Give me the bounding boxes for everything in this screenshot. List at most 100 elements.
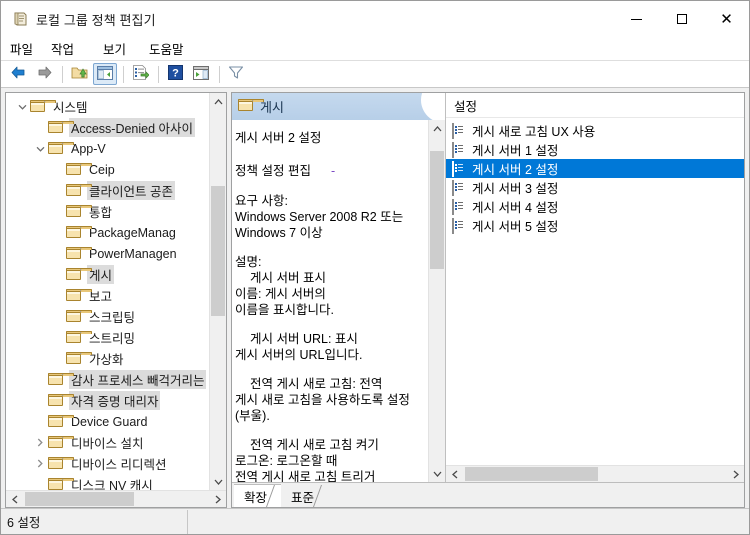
tree-node[interactable]: 시스템 — [6, 96, 209, 117]
edit-policy-setting-link[interactable]: 정책 설정 편집 - — [235, 160, 425, 179]
console-tree-pane: 시스템 Access-Denied 아사이 App-V Ceip 클라이언트 공존 통합 P… — [5, 92, 227, 508]
requirements-line: Windows Server 2008 R2 또는 — [235, 210, 404, 224]
tree-vertical-scrollbar[interactable] — [209, 93, 226, 490]
tab-standard[interactable]: 표준 — [281, 485, 329, 507]
svg-text:?: ? — [172, 68, 179, 80]
tree-scroll-down-button[interactable] — [210, 473, 226, 490]
requirements-line: Windows 7 이상 — [235, 226, 323, 240]
tree-horizontal-scrollbar[interactable] — [6, 490, 226, 507]
menu-file[interactable]: 파일 — [10, 37, 42, 60]
chevron-right-icon[interactable] — [32, 459, 48, 468]
tree-node-folder-icon — [66, 288, 92, 303]
settings-row[interactable]: 게시 서버 3 설정 — [446, 178, 744, 197]
minimize-button[interactable] — [614, 1, 659, 37]
tree-node[interactable]: Access-Denied 아사이 — [6, 117, 209, 138]
tab-extended[interactable]: 확장 — [234, 484, 282, 507]
tree-node[interactable]: 스크립팅 — [6, 306, 209, 327]
settings-scroll-left-button[interactable] — [446, 470, 463, 479]
help-button[interactable]: ? — [163, 63, 187, 85]
show-details-button[interactable] — [189, 63, 213, 85]
tree-node[interactable]: PackageManag — [6, 222, 209, 243]
menu-action[interactable]: 작업 — [51, 37, 83, 60]
settings-row[interactable]: 게시 새로 고침 UX 사용 — [446, 121, 744, 140]
tree-node-folder-icon — [66, 309, 92, 324]
settings-row-label: 게시 서버 1 설정 — [472, 144, 559, 158]
tree-node[interactable]: 디스크 NV 캐시 — [6, 474, 209, 490]
maximize-button[interactable] — [659, 1, 704, 37]
forward-button[interactable] — [32, 63, 56, 85]
tree-node[interactable]: App-V — [6, 138, 209, 159]
tree-scroll-track[interactable] — [210, 110, 226, 473]
filter-button[interactable] — [224, 63, 248, 85]
toolbar-separator — [158, 65, 159, 83]
chevron-down-icon[interactable] — [32, 146, 48, 152]
tree-node-folder-icon — [30, 99, 56, 114]
toolbar-separator — [62, 65, 63, 83]
policy-info-pane: 게시 게시 서버 2 설정 정책 설정 편집 - 요구 사항: Windows Serv… — [232, 93, 446, 482]
status-bar: 6 설정 — [1, 508, 749, 534]
settings-row[interactable]: 게시 서버 1 설정 — [446, 140, 744, 159]
tree-node[interactable]: PowerManagen — [6, 243, 209, 264]
tree-hscroll-thumb[interactable] — [25, 492, 134, 506]
info-scroll-track[interactable] — [429, 137, 445, 465]
tree-node[interactable]: Device Guard — [6, 411, 209, 432]
menu-view[interactable]: 보기 — [103, 37, 135, 60]
settings-hscroll-track[interactable] — [463, 466, 727, 482]
tree-node-folder-icon — [66, 162, 92, 177]
tab-extended-label: 확장 — [244, 490, 268, 505]
menu-help[interactable]: 도움말 — [149, 37, 193, 60]
info-scroll-down-button[interactable] — [429, 465, 445, 482]
settings-row[interactable]: 게시 서버 5 설정 — [446, 216, 744, 235]
tree-node[interactable]: 디바이스 설치 — [6, 432, 209, 453]
tree-node-folder-icon — [48, 120, 74, 135]
chevron-right-icon[interactable] — [32, 438, 48, 447]
info-scroll-thumb[interactable] — [430, 151, 444, 269]
details-content: 게시 게시 서버 2 설정 정책 설정 편집 - 요구 사항: Windows Serv… — [232, 93, 744, 482]
info-vertical-scrollbar[interactable] — [428, 120, 445, 482]
tree-scroll-wrapper: 시스템 Access-Denied 아사이 App-V Ceip 클라이언트 공존 통합 P… — [6, 93, 226, 490]
toolbar-separator — [219, 65, 220, 83]
tree-hscroll-track[interactable] — [23, 491, 209, 507]
window-title: 로컬 그룹 정책 편집기 — [36, 12, 156, 28]
settings-row-label: 게시 서버 5 설정 — [472, 220, 559, 234]
policy-info-text: 게시 서버 2 설정 정책 설정 편집 - 요구 사항: Windows Server … — [232, 120, 428, 482]
view-tabs: 확장 표준 — [232, 482, 744, 507]
group-policy-editor-window: 로컬 그룹 정책 편집기 ✕ 파일 작업 보기 도움말 ? 시스템 Access… — [0, 0, 750, 535]
description-line: 전역 게시 새로 고침 트리거 — [235, 470, 376, 482]
settings-hscroll-thumb[interactable] — [465, 467, 598, 481]
tree-node[interactable]: 자격 증명 대리자 — [6, 390, 209, 411]
settings-horizontal-scrollbar[interactable] — [446, 465, 744, 482]
tree-node[interactable]: 스트리밍 — [6, 327, 209, 348]
tree-node[interactable]: 감사 프로세스 빼걱거리는 — [6, 369, 209, 390]
description-line: 게시 서버 표시 — [250, 271, 326, 285]
tree-node[interactable]: 클라이언트 공존 — [6, 180, 209, 201]
tree-node[interactable]: 디바이스 리디렉션 — [6, 453, 209, 474]
tree-node[interactable]: 가상화 — [6, 348, 209, 369]
edit-policy-setting-label: 정책 설정 편집 — [235, 164, 311, 178]
tree-node[interactable]: 통합 — [6, 201, 209, 222]
settings-row[interactable]: 게시 서버 4 설정 — [446, 197, 744, 216]
show-hide-tree-button[interactable] — [93, 63, 117, 85]
back-button[interactable] — [6, 63, 30, 85]
toolbar: ? — [1, 61, 749, 88]
tree-scroll-right-button[interactable] — [209, 495, 226, 504]
info-scroll-up-button[interactable] — [429, 120, 445, 137]
tree-scroll-thumb[interactable] — [211, 186, 225, 316]
export-list-button[interactable] — [128, 63, 152, 85]
settings-rows[interactable]: 게시 새로 고침 UX 사용 게시 서버 1 설정 게시 서버 2 설정 게시 서버 … — [446, 118, 744, 465]
tree-node[interactable]: 게시 — [6, 264, 209, 285]
up-folder-button[interactable] — [67, 63, 91, 85]
description-line: 게시 서버의 URL입니다. — [235, 348, 363, 362]
settings-row[interactable]: 게시 서버 2 설정 — [446, 159, 744, 178]
tree-node-list[interactable]: 시스템 Access-Denied 아사이 App-V Ceip 클라이언트 공존 통합 P… — [6, 93, 209, 490]
chevron-down-icon[interactable] — [14, 104, 30, 110]
tree-scroll-left-button[interactable] — [6, 495, 23, 504]
tree-node-label: 디스크 NV 캐시 — [71, 479, 153, 490]
tree-scroll-up-button[interactable] — [210, 93, 226, 110]
settings-column-header[interactable]: 설정 — [446, 93, 744, 118]
close-button[interactable]: ✕ — [704, 1, 749, 37]
tree-node[interactable]: 보고 — [6, 285, 209, 306]
description-line: 이름을 표시합니다. — [235, 303, 334, 317]
settings-scroll-right-button[interactable] — [727, 470, 744, 479]
tree-node[interactable]: Ceip — [6, 159, 209, 180]
